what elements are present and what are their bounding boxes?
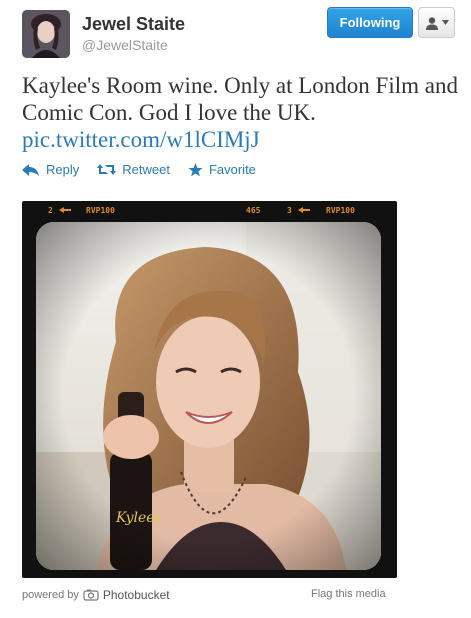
- powered-by: powered by Photobucket: [22, 588, 170, 602]
- film-arrow-icon: [59, 207, 71, 213]
- avatar[interactable]: [22, 10, 70, 58]
- film-counter: 465: [246, 205, 261, 215]
- tweet-actions: Reply Retweet Favorite: [22, 162, 256, 177]
- film-arrow-icon: [298, 207, 310, 213]
- media-photo-frame[interactable]: 2 RVP100 465 3 RVP100: [22, 201, 397, 578]
- film-strip-markings: 2 RVP100 465 3 RVP100: [22, 201, 397, 219]
- user-handle[interactable]: @JewelStaite: [82, 37, 168, 53]
- tweet-text: Kaylee's Room wine. Only at London Film …: [22, 72, 462, 153]
- user-icon: [425, 16, 438, 30]
- tweet-media-link[interactable]: pic.twitter.com/w1lCIMjJ: [22, 127, 260, 152]
- favorite-action[interactable]: Favorite: [188, 162, 256, 177]
- film-frame-left: 2: [48, 205, 53, 215]
- retweet-icon: [97, 164, 117, 175]
- caret-down-icon: [441, 20, 449, 25]
- retweet-label: Retweet: [122, 162, 170, 177]
- film-code-left: RVP100: [86, 205, 115, 215]
- photobucket-link[interactable]: Photobucket: [103, 588, 170, 602]
- flag-media-link[interactable]: Flag this media: [311, 588, 386, 600]
- reply-label: Reply: [46, 162, 80, 177]
- photobucket-logo-icon: [83, 589, 99, 601]
- user-name[interactable]: Jewel Staite: [82, 14, 185, 35]
- favorite-label: Favorite: [208, 162, 256, 177]
- reply-action[interactable]: Reply: [22, 162, 79, 177]
- film-code-right: RVP100: [326, 205, 355, 215]
- reply-icon: [22, 163, 39, 176]
- user-actions-button[interactable]: [418, 7, 455, 38]
- media-photo: Kylees: [36, 222, 381, 570]
- photo-image: Kylees: [36, 222, 381, 570]
- avatar-image: [22, 10, 70, 58]
- retweet-action[interactable]: Retweet: [97, 162, 170, 177]
- powered-by-label: powered by: [22, 589, 79, 601]
- following-button[interactable]: Following: [327, 7, 413, 38]
- film-frame-right: 3: [287, 205, 292, 215]
- tweet-body: Kaylee's Room wine. Only at London Film …: [22, 73, 458, 125]
- star-icon: [188, 162, 203, 176]
